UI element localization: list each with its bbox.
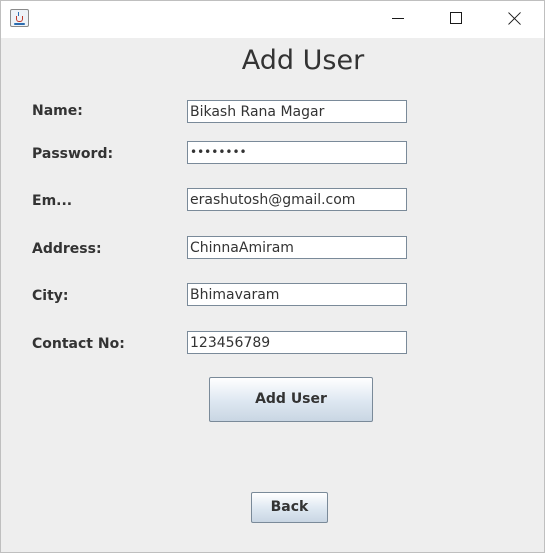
email-label: Em... (32, 193, 73, 209)
add-user-window: Add User Name: Bikash Rana Magar Passwor… (0, 0, 545, 553)
minimize-icon (392, 18, 404, 19)
city-field[interactable]: Bhimavaram (187, 283, 407, 306)
close-button[interactable] (492, 1, 538, 37)
name-field[interactable]: Bikash Rana Magar (187, 100, 407, 123)
password-label: Password: (32, 146, 114, 162)
password-field[interactable]: •••••••• (187, 141, 407, 164)
maximize-icon (450, 12, 462, 24)
add-user-button[interactable]: Add User (209, 377, 373, 422)
java-cup-icon[interactable] (10, 9, 29, 27)
address-label: Address: (32, 241, 102, 257)
contact-field[interactable]: 123456789 (187, 331, 407, 354)
form-title: Add User (241, 45, 365, 76)
city-label: City: (32, 288, 69, 304)
name-label: Name: (32, 103, 83, 119)
email-field[interactable]: erashutosh@gmail.com (187, 188, 407, 211)
maximize-button[interactable] (433, 1, 479, 37)
title-bar[interactable] (1, 1, 544, 38)
contact-label: Contact No: (32, 336, 125, 352)
address-field[interactable]: ChinnaAmiram (187, 236, 407, 259)
back-button[interactable]: Back (251, 492, 328, 523)
minimize-button[interactable] (375, 1, 421, 37)
